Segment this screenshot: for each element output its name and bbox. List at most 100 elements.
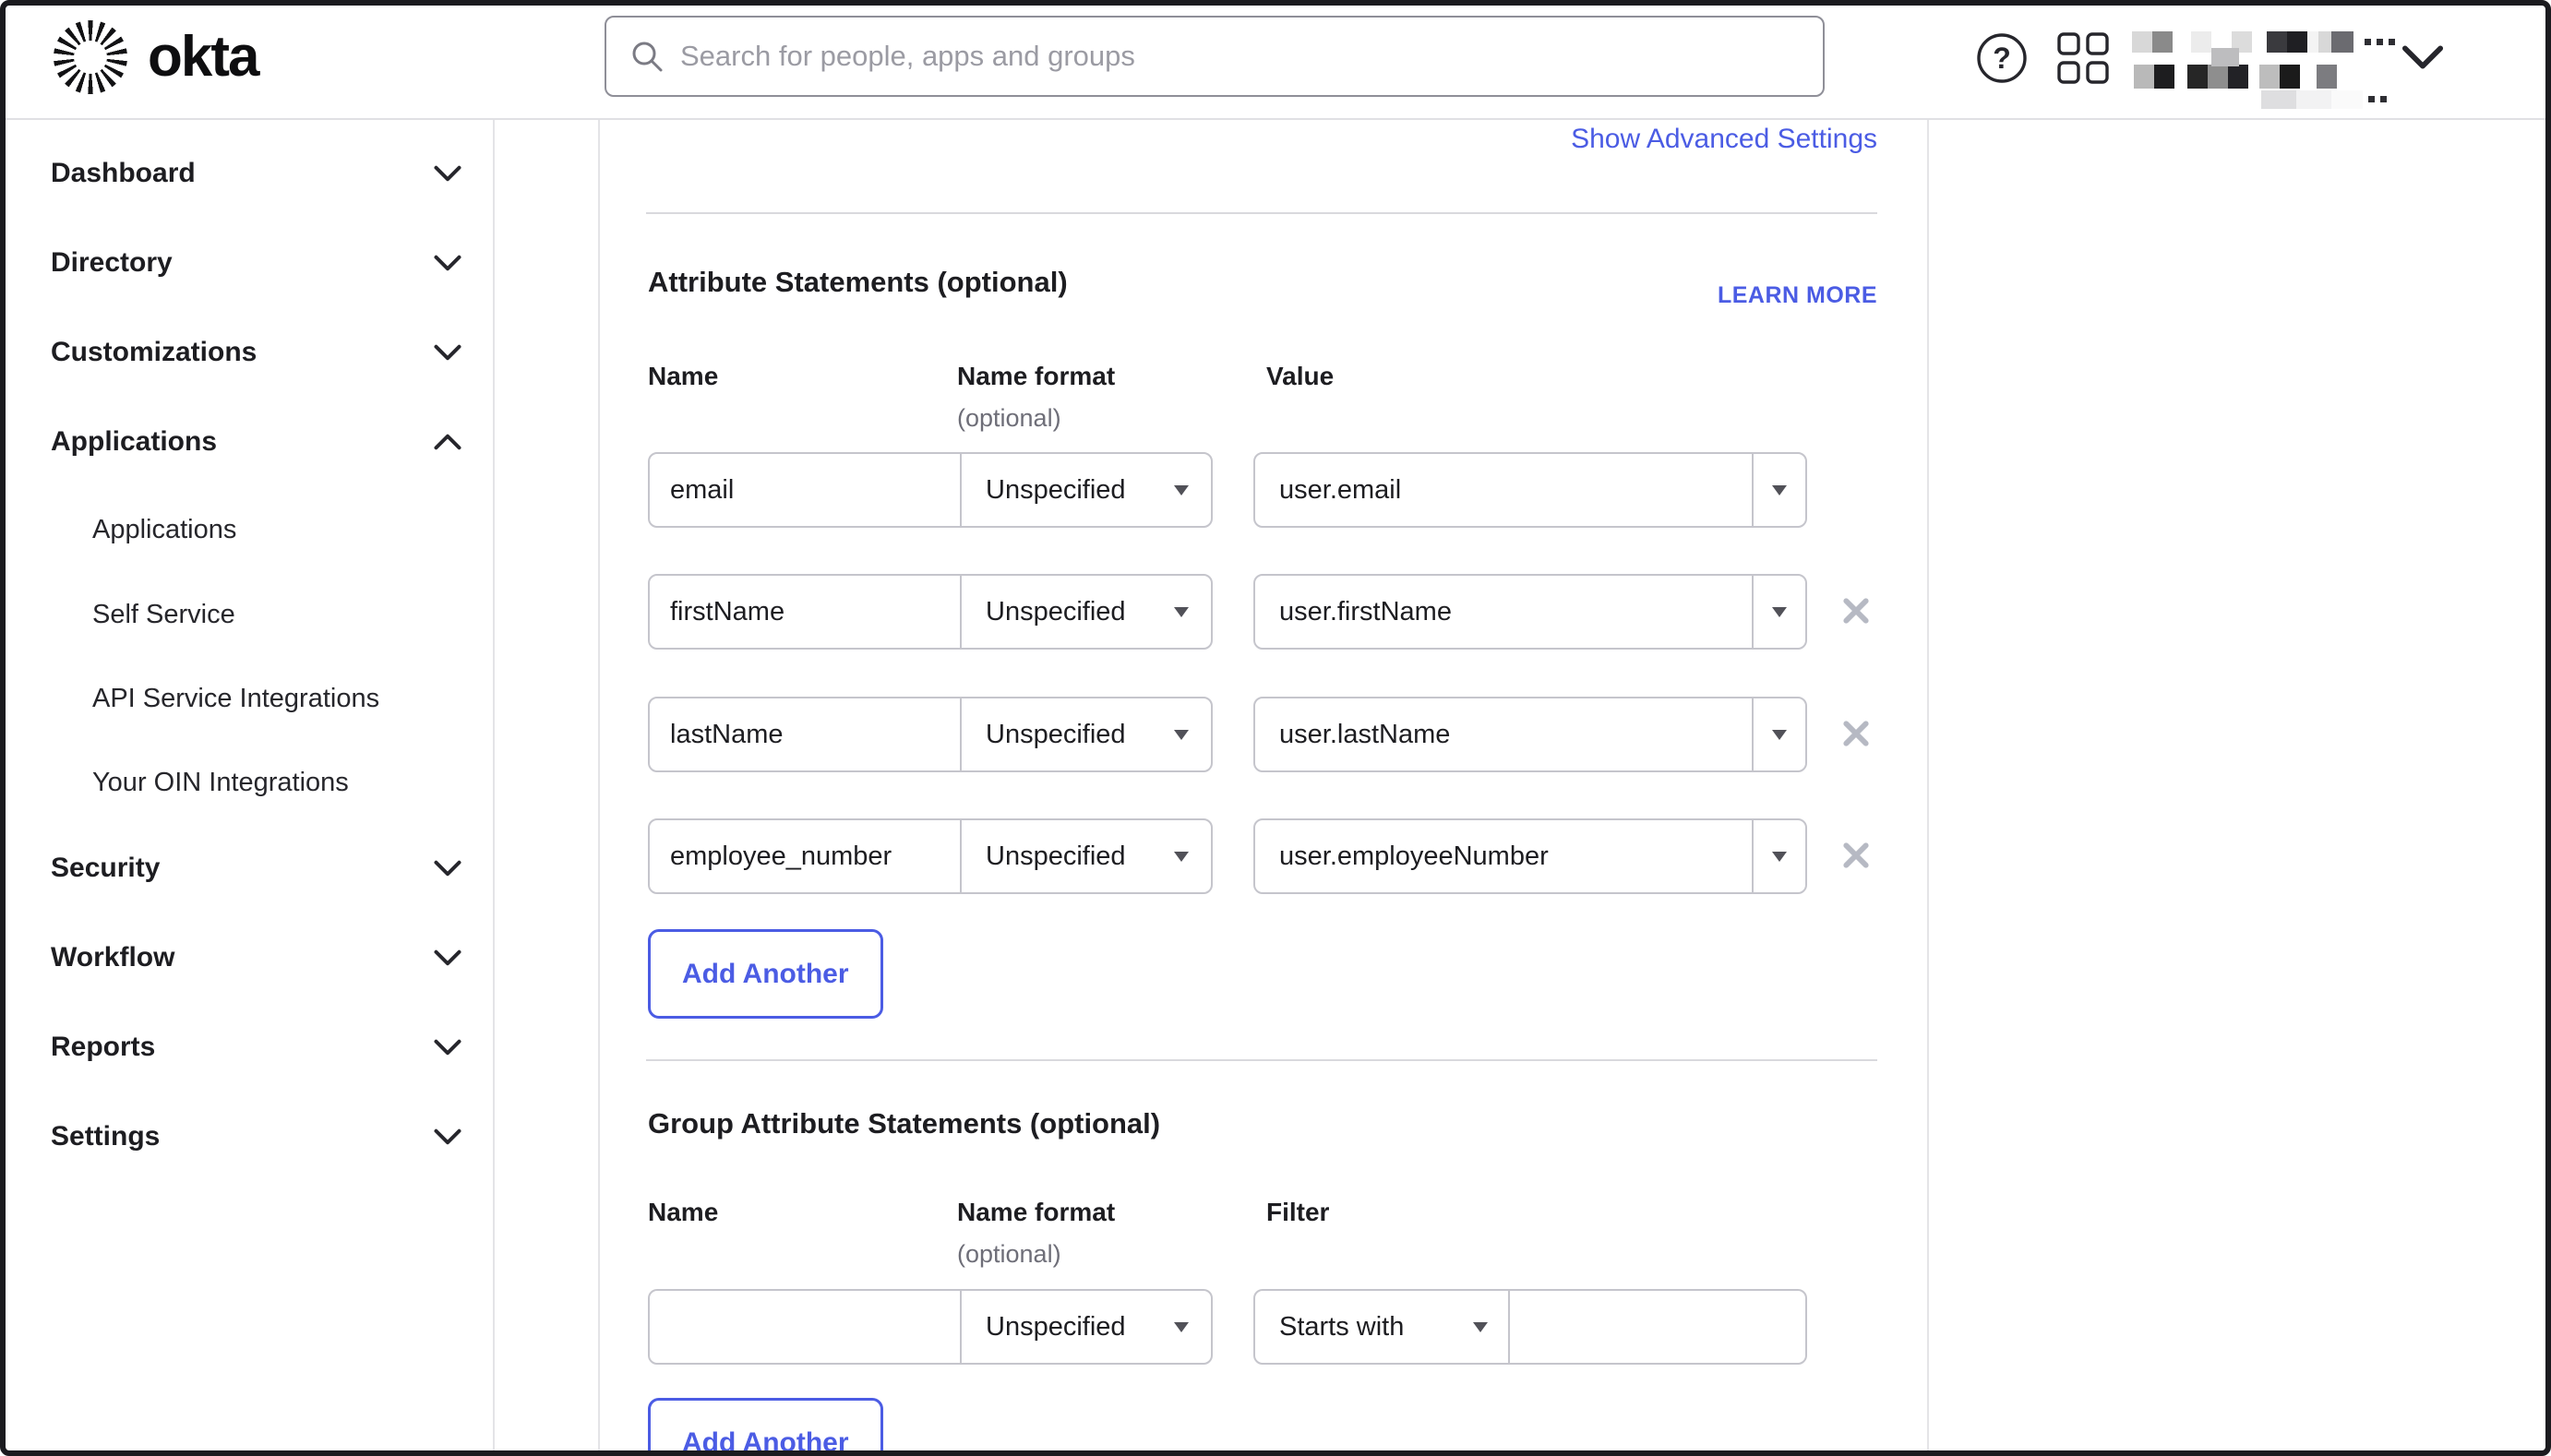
attribute-value[interactable]: user.lastName [1255,698,1752,770]
chevron-down-icon [434,1128,461,1145]
sidebar-subitem-self-service[interactable]: Self Service [92,594,461,635]
name-format-select[interactable]: Unspecified [962,454,1211,526]
sidebar-subitem-your-oin-integrations[interactable]: Your OIN Integrations [92,762,461,803]
add-another-group-attribute-button[interactable]: Add Another [648,1398,883,1456]
name-format-select[interactable]: Unspecified [962,1291,1211,1363]
filter-value-input[interactable] [1510,1312,1805,1343]
sidebar-item-dashboard[interactable]: Dashboard [51,153,461,194]
sidebar-item-reports[interactable]: Reports [51,1027,461,1068]
sidebar-item-directory[interactable]: Directory [51,243,461,283]
remove-row-button[interactable] [1840,841,1872,872]
chevron-down-icon [434,165,461,182]
dropdown-caret-icon [1772,607,1787,617]
attribute-name-field[interactable] [650,454,962,526]
column-header-name-format: Name format [957,1198,1115,1227]
attribute-name-input[interactable] [650,841,960,872]
attribute-value[interactable]: user.email [1255,454,1752,526]
dropdown-caret-icon [1174,730,1189,740]
attribute-value-combobox[interactable]: user.email [1253,452,1807,528]
sidebar-subitem-label: Your OIN Integrations [92,768,349,798]
search-input[interactable] [680,40,1799,73]
attribute-name-field[interactable] [650,576,962,648]
attribute-value-combobox[interactable]: user.lastName [1253,697,1807,772]
name-and-format-group: Unspecified [648,452,1213,528]
attribute-row: Unspecified user.lastName [648,697,1929,772]
column-note-optional: (optional) [957,404,1061,433]
okta-logo[interactable]: okta [54,20,257,94]
sidebar-item-label: Dashboard [51,158,196,189]
sidebar-subitem-applications[interactable]: Applications [92,509,461,550]
dropdown-caret-icon [1473,1322,1488,1332]
dropdown-caret-icon [1772,730,1787,740]
filter-type-select[interactable]: Starts with [1255,1291,1510,1363]
chevron-down-icon [434,255,461,271]
attribute-name-field[interactable] [650,820,962,892]
close-x-icon [1841,841,1871,870]
sidebar-item-label: Security [51,853,160,884]
help-icon[interactable]: ? [1975,31,2029,85]
redaction-dot [2365,39,2371,45]
filter-type-value: Starts with [1279,1312,1404,1343]
attribute-value[interactable]: user.employeeNumber [1255,820,1752,892]
account-chevron-down-icon[interactable] [2401,44,2444,70]
attribute-name-field[interactable] [650,698,962,770]
sidebar-item-applications[interactable]: Applications [51,422,461,462]
attribute-name-input[interactable] [650,475,960,506]
column-note-optional: (optional) [957,1240,1061,1269]
sidebar-item-label: Directory [51,247,173,279]
redaction-dot [2389,39,2395,45]
group-name-field[interactable] [650,1291,962,1363]
dropdown-caret-icon [1174,485,1189,495]
name-format-value: Unspecified [986,475,1126,506]
value-dropdown-button[interactable] [1752,820,1805,892]
apps-grid-icon[interactable] [2056,31,2110,85]
add-another-attribute-button[interactable]: Add Another [648,929,883,1019]
chevron-down-icon [434,949,461,966]
show-advanced-settings-link[interactable]: Show Advanced Settings [1571,124,1877,155]
attribute-value-combobox[interactable]: user.firstName [1253,574,1807,650]
sidebar-item-workflow[interactable]: Workflow [51,937,461,978]
learn-more-link[interactable]: LEARN MORE [1718,282,1877,309]
attribute-value[interactable]: user.firstName [1255,576,1752,648]
sidebar-item-label: Workflow [51,942,174,973]
redaction-dot [2377,39,2383,45]
attribute-name-input[interactable] [650,597,960,627]
account-redacted-mid [2211,48,2239,66]
sidebar-item-customizations[interactable]: Customizations [51,332,461,373]
redaction-dot [2380,96,2387,102]
attribute-value-combobox[interactable]: user.employeeNumber [1253,818,1807,894]
section-divider [646,1059,1877,1061]
chevron-down-icon [434,344,461,361]
chevron-down-icon [434,860,461,877]
filter-value-field[interactable] [1510,1291,1805,1363]
remove-row-button[interactable] [1840,719,1872,750]
value-dropdown-button[interactable] [1752,454,1805,526]
sidebar-item-label: Applications [51,426,217,458]
global-search[interactable] [605,16,1825,97]
sidebar-nav: Dashboard Directory Customizations Appli… [0,120,495,1456]
sidebar-item-label: Reports [51,1032,155,1063]
account-menu[interactable] [2123,26,2400,100]
name-and-format-group: Unspecified [648,697,1213,772]
name-and-format-group: Unspecified [648,818,1213,894]
app-settings-panel: Show Advanced Settings Attribute Stateme… [598,120,1929,1456]
name-and-format-group: Unspecified [648,574,1213,650]
value-dropdown-button[interactable] [1752,576,1805,648]
column-header-name: Name [648,362,718,391]
name-format-select[interactable]: Unspecified [962,820,1211,892]
name-format-select[interactable]: Unspecified [962,698,1211,770]
name-format-select[interactable]: Unspecified [962,576,1211,648]
sidebar-subitem-api-service-integrations[interactable]: API Service Integrations [92,678,461,719]
attribute-name-input[interactable] [650,720,960,750]
column-header-value: Value [1266,362,1334,391]
column-header-filter: Filter [1266,1198,1329,1227]
sidebar-item-security[interactable]: Security [51,848,461,889]
value-dropdown-button[interactable] [1752,698,1805,770]
name-format-value: Unspecified [986,1312,1126,1343]
remove-row-button[interactable] [1840,596,1872,627]
account-redacted-row1 [2132,31,2353,53]
sidebar-item-settings[interactable]: Settings [51,1116,461,1157]
group-name-input[interactable] [650,1312,960,1343]
attribute-row: Unspecified user.firstName [648,574,1929,650]
close-x-icon [1841,719,1871,748]
